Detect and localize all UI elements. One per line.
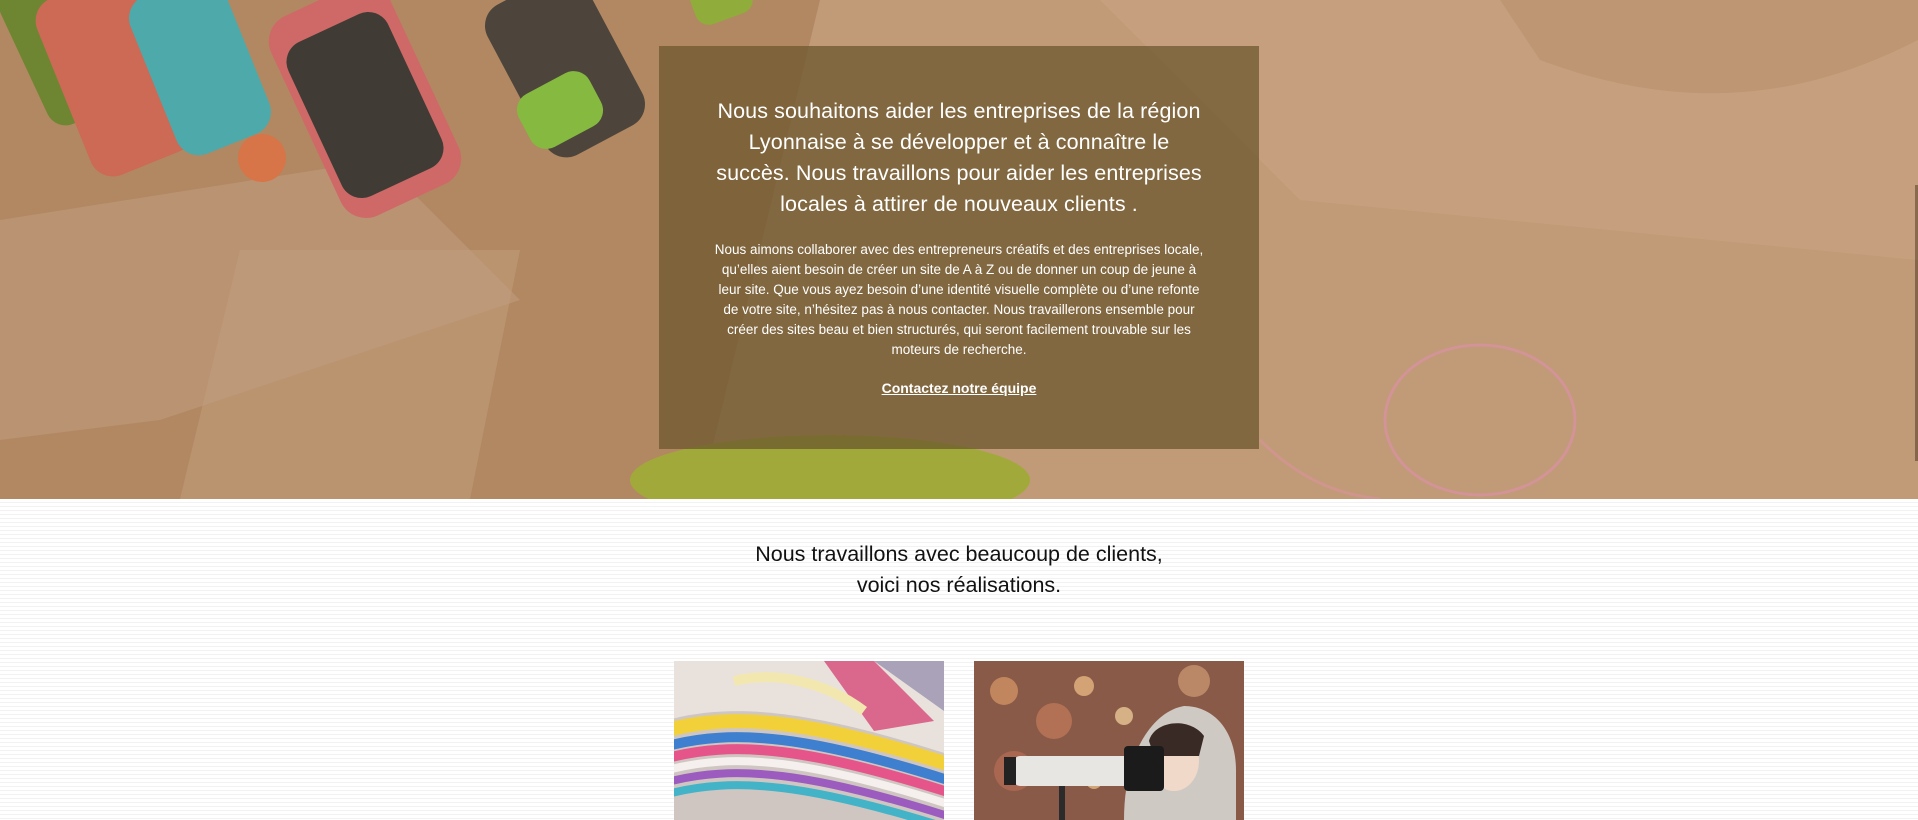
- portfolio-heading-line-2: voici nos réalisations.: [856, 573, 1062, 597]
- project-thumbnail-photographer[interactable]: [974, 661, 1244, 820]
- portfolio-section: Nous travaillons avec beaucoup de client…: [0, 499, 1918, 820]
- photographer-photo-icon: [974, 661, 1244, 820]
- hero-heading: Nous souhaitons aider les entreprises de…: [716, 99, 1202, 216]
- hero-description: Nous aimons collaborer avec des entrepre…: [714, 242, 1204, 357]
- hero-content-box: Nous souhaitons aider les entreprises de…: [659, 46, 1259, 449]
- portfolio-heading: Nous travaillons avec beaucoup de client…: [0, 539, 1918, 601]
- magazines-photo-icon: [674, 661, 944, 820]
- page: Nous souhaitons aider les entreprises de…: [0, 0, 1918, 820]
- project-thumbnail-magazines[interactable]: [674, 661, 944, 820]
- contact-team-link[interactable]: Contactez notre équipe: [882, 380, 1037, 396]
- portfolio-heading-line-1: Nous travaillons avec beaucoup de client…: [755, 542, 1163, 566]
- hero-section: Nous souhaitons aider les entreprises de…: [0, 0, 1918, 499]
